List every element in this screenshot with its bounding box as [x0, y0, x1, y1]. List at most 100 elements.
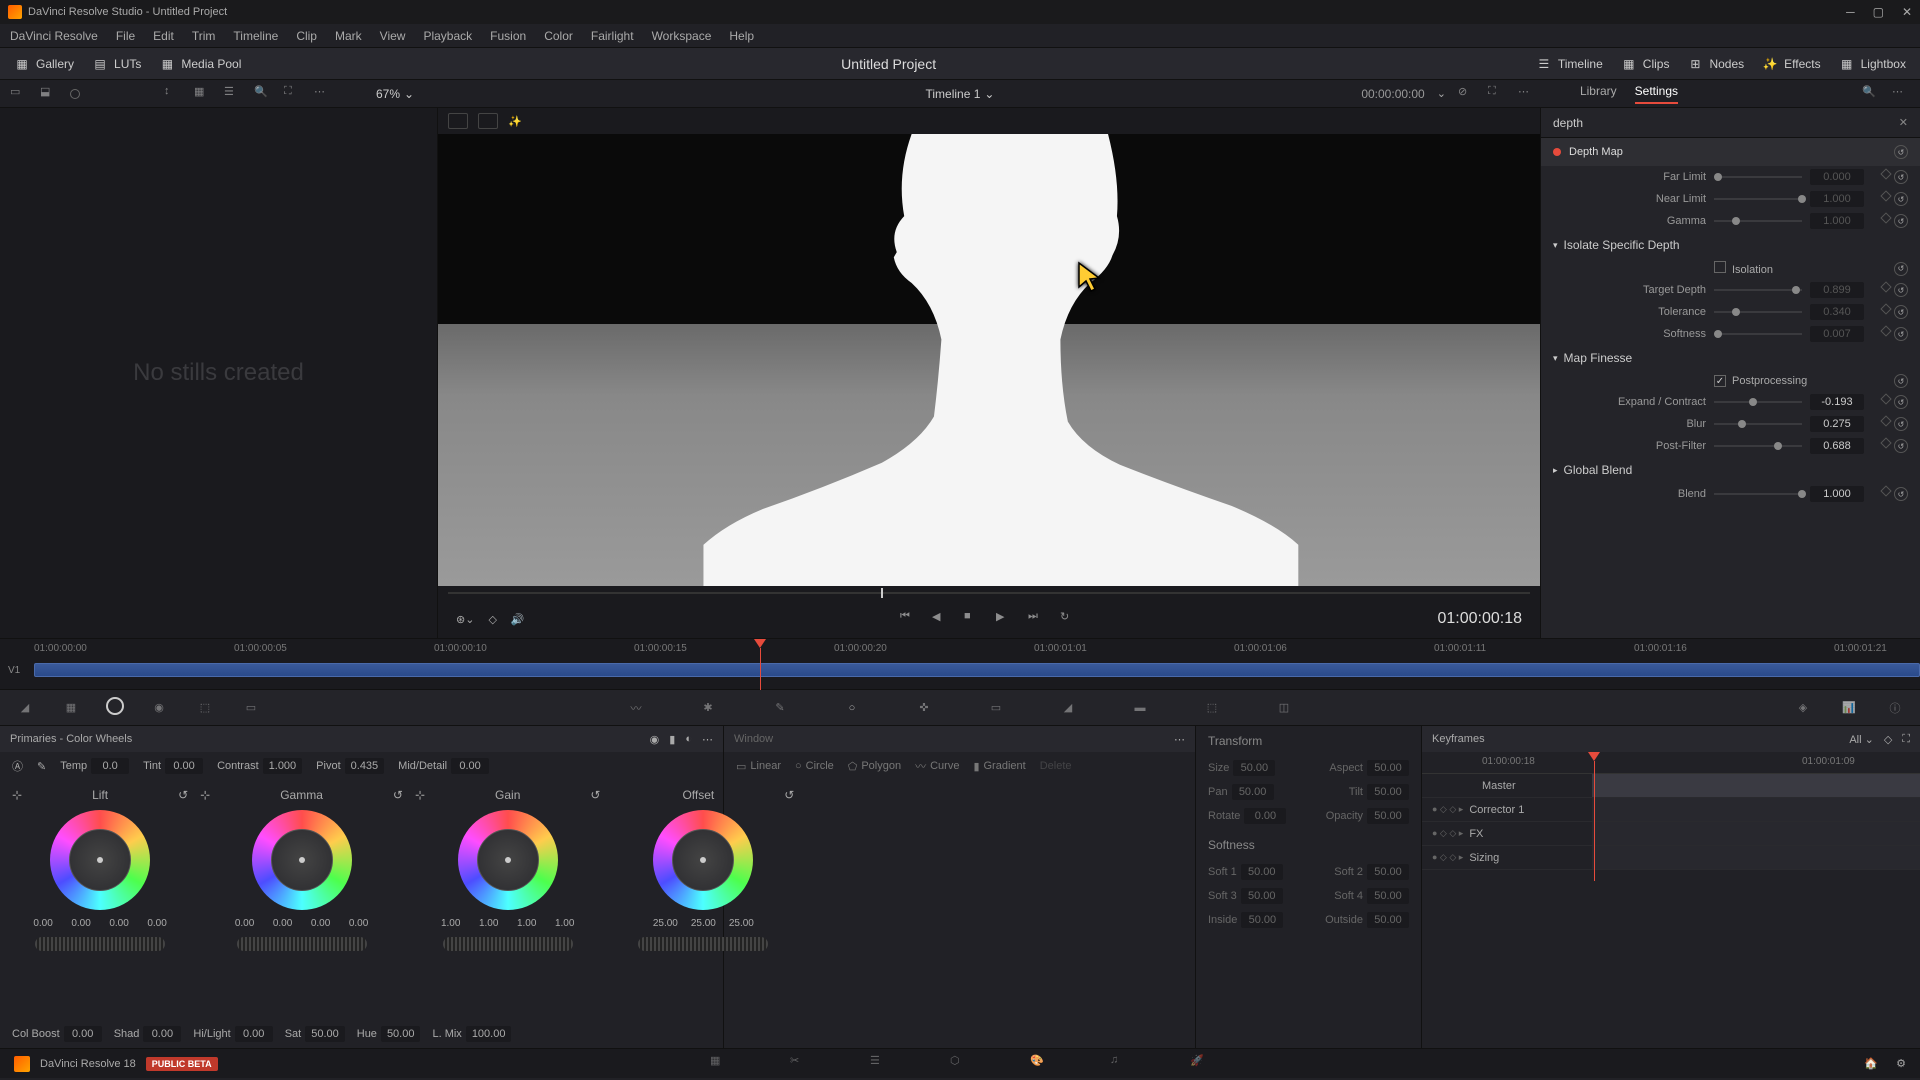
magic-icon[interactable]: ✨ — [508, 115, 522, 128]
menu-clip[interactable]: Clip — [296, 29, 317, 43]
offset-wheel[interactable] — [653, 810, 753, 910]
page-fusion[interactable]: ⬡ — [950, 1054, 970, 1074]
effects-toggle[interactable]: ✨Effects — [1762, 56, 1820, 72]
kf-sizing-label[interactable]: Sizing — [1469, 852, 1499, 864]
lift-jog[interactable] — [35, 937, 165, 951]
zoom-select[interactable]: 67%⌄ — [376, 87, 414, 101]
window-icon[interactable]: ○ — [841, 697, 863, 719]
soft3-value[interactable]: 50.00 — [1241, 888, 1283, 904]
rotate-value[interactable]: 0.00 — [1244, 808, 1286, 824]
effect-enable-dot[interactable] — [1553, 148, 1561, 156]
postfilter-slider[interactable] — [1714, 439, 1802, 453]
menu-edit[interactable]: Edit — [153, 29, 174, 43]
menu-file[interactable]: File — [116, 29, 135, 43]
lift-reset-icon[interactable]: ↺ — [178, 788, 188, 802]
gamma-picker-icon[interactable]: ⊹ — [200, 788, 210, 802]
kf-playhead[interactable] — [1594, 752, 1600, 881]
viewer-canvas[interactable] — [438, 134, 1540, 586]
magic-mask-icon[interactable]: ▭ — [985, 697, 1007, 719]
viewer-timecode[interactable]: 01:00:00:18 — [1437, 610, 1522, 628]
qualifier2-icon[interactable]: ✎ — [769, 697, 791, 719]
warper-icon[interactable]: ✱ — [697, 697, 719, 719]
kf-expand-icon[interactable]: ⛶ — [1902, 733, 1910, 746]
page-cut[interactable]: ✂ — [790, 1054, 810, 1074]
auto-balance-icon[interactable]: Ⓐ — [12, 758, 23, 774]
size-value[interactable]: 50.00 — [1233, 760, 1275, 776]
menu-mark[interactable]: Mark — [335, 29, 362, 43]
menu-playback[interactable]: Playback — [423, 29, 472, 43]
inspector-more-icon[interactable]: ⋯ — [1892, 85, 1910, 103]
menu-timeline[interactable]: Timeline — [233, 29, 278, 43]
window-more-icon[interactable]: ⋯ — [1174, 733, 1185, 746]
expand-icon[interactable]: ⛶ — [284, 85, 302, 103]
key-icon[interactable]: ▬ — [1129, 697, 1151, 719]
hilight-value[interactable]: 0.00 — [235, 1026, 273, 1042]
split-icon[interactable]: ⬓ — [40, 85, 58, 103]
menu-workspace[interactable]: Workspace — [652, 29, 712, 43]
page-color[interactable]: 🎨 — [1030, 1054, 1050, 1074]
postprocessing-checkbox[interactable] — [1714, 375, 1726, 387]
viewer-scrubber[interactable] — [438, 586, 1540, 600]
expand2-icon[interactable]: ⛶ — [1488, 85, 1506, 103]
loop-button[interactable]: ↻ — [1060, 610, 1078, 628]
gain-jog[interactable] — [443, 937, 573, 951]
middetail-value[interactable]: 0.00 — [451, 758, 489, 774]
first-frame-button[interactable]: ⏮ — [900, 610, 918, 628]
menu-davinci-resolve[interactable]: DaVinci Resolve — [10, 29, 98, 43]
shape-delete[interactable]: Delete — [1040, 760, 1072, 772]
outside-value[interactable]: 50.00 — [1367, 912, 1409, 928]
timeline-clip[interactable] — [34, 663, 1920, 677]
pan-value[interactable]: 50.00 — [1232, 784, 1274, 800]
shad-value[interactable]: 0.00 — [143, 1026, 181, 1042]
menu-help[interactable]: Help — [729, 29, 754, 43]
tab-library[interactable]: Library — [1580, 84, 1617, 104]
bypass-color-icon[interactable]: ⊛⌄ — [456, 613, 474, 626]
nodes-toggle[interactable]: ⊞Nodes — [1687, 56, 1744, 72]
timecode-display[interactable]: 00:00:00:00 — [1361, 87, 1424, 101]
gamma-slider[interactable] — [1714, 214, 1802, 228]
last-frame-button[interactable]: ⏭ — [1028, 610, 1046, 628]
view-mode-1[interactable] — [448, 113, 468, 129]
colboost-value[interactable]: 0.00 — [64, 1026, 102, 1042]
kf-all-select[interactable]: All ⌄ — [1849, 733, 1874, 746]
timeline-name[interactable]: Timeline 1⌄ — [926, 87, 995, 101]
menu-fusion[interactable]: Fusion — [490, 29, 526, 43]
luts-toggle[interactable]: ▤LUTs — [92, 56, 141, 72]
aspect-value[interactable]: 50.00 — [1367, 760, 1409, 776]
inspector-search-icon[interactable]: 🔍 — [1862, 85, 1880, 103]
blend-slider[interactable] — [1714, 487, 1802, 501]
shape-circle[interactable]: ○Circle — [795, 760, 834, 772]
menu-color[interactable]: Color — [544, 29, 573, 43]
menu-trim[interactable]: Trim — [192, 29, 216, 43]
minimize-button[interactable]: ─ — [1846, 5, 1855, 19]
settings-icon[interactable]: ⚙ — [1896, 1057, 1906, 1070]
target-depth-slider[interactable] — [1714, 283, 1802, 297]
record-dot[interactable] — [70, 89, 80, 99]
clear-search-icon[interactable]: ✕ — [1899, 116, 1908, 129]
search-icon[interactable]: 🔍 — [254, 85, 272, 103]
bars-mode-icon[interactable]: ▮ — [669, 733, 675, 746]
prev-frame-button[interactable]: ◀ — [932, 610, 950, 628]
play-button[interactable]: ▶ — [996, 610, 1014, 628]
mini-timeline[interactable]: 01:00:00:0001:00:00:0501:00:00:1001:00:0… — [0, 638, 1920, 690]
isolate-section-toggle[interactable]: ▾Isolate Specific Depth — [1541, 232, 1920, 258]
motion-icon[interactable]: ⬚ — [194, 697, 216, 719]
sizing-icon[interactable]: ⬚ — [1201, 697, 1223, 719]
near-limit-slider[interactable] — [1714, 192, 1802, 206]
raw-icon[interactable]: ▭ — [240, 697, 262, 719]
shape-polygon[interactable]: ⬠Polygon — [848, 760, 901, 773]
inside-value[interactable]: 50.00 — [1241, 912, 1283, 928]
page-edit[interactable]: ☰ — [870, 1054, 890, 1074]
expand-slider[interactable] — [1714, 395, 1802, 409]
hue-value[interactable]: 50.00 — [381, 1026, 421, 1042]
gain-picker-icon[interactable]: ⊹ — [415, 788, 425, 802]
lmix-value[interactable]: 100.00 — [466, 1026, 512, 1042]
finesse-section-toggle[interactable]: ▾Map Finesse — [1541, 345, 1920, 371]
rgb-icon[interactable]: ◉ — [148, 697, 170, 719]
shape-gradient[interactable]: ▮Gradient — [973, 760, 1025, 773]
kf-fx-label[interactable]: FX — [1469, 828, 1483, 840]
softness-slider[interactable] — [1714, 327, 1802, 341]
sort-icon[interactable]: ↕ — [164, 85, 182, 103]
unmix-icon[interactable]: ◇ — [488, 613, 496, 626]
gamma-wheel[interactable] — [252, 810, 352, 910]
